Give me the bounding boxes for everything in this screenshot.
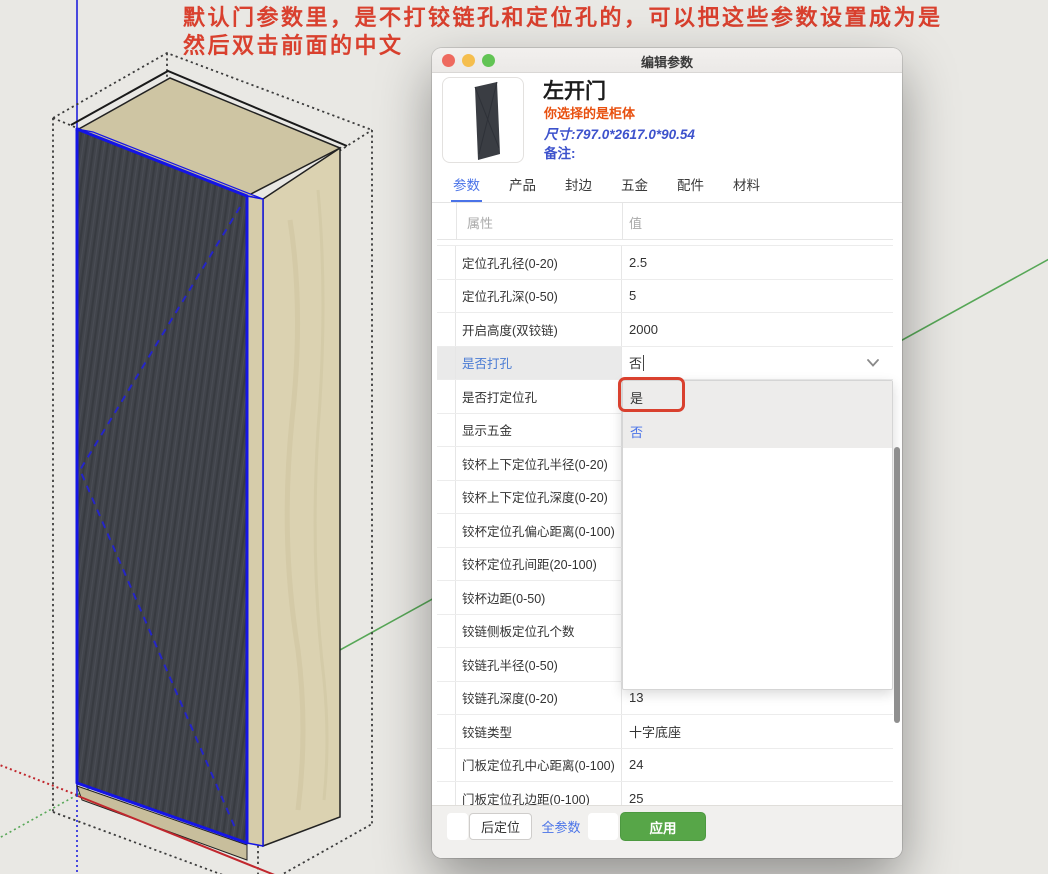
table-row: 开启高度(双铰链) 2000: [437, 313, 893, 347]
param-value[interactable]: 十字底座: [622, 715, 893, 748]
tab-参数[interactable]: 参数: [451, 168, 482, 202]
component-note: 备注:: [544, 146, 576, 161]
row-gutter: [437, 447, 456, 480]
row-gutter: [437, 648, 456, 681]
table-row: 定位孔孔径(0-20) 2.5: [437, 246, 893, 280]
tab-材料[interactable]: 材料: [731, 168, 762, 202]
row-gutter: [437, 514, 456, 547]
dialog-title: 编辑参数: [640, 55, 693, 70]
row-gutter: [437, 480, 456, 513]
dialog-header: 左开门 你选择的是柜体 尺寸:797.0*2617.0*90.54 备注:: [432, 73, 902, 168]
row-gutter: [437, 782, 456, 805]
param-label[interactable]: 是否打孔: [456, 346, 622, 379]
param-label[interactable]: 开启高度(双铰链): [456, 313, 622, 346]
tab-bar: 参数 产品 封边 五金 配件 材料: [432, 168, 902, 203]
column-attribute: 属性: [467, 216, 494, 231]
blank-toggle-left[interactable]: [447, 813, 468, 840]
param-label[interactable]: 定位孔孔径(0-20): [456, 246, 622, 279]
row-gutter: [437, 313, 456, 346]
table-row: 定位孔孔深(0-50) 5: [437, 279, 893, 313]
param-value-select[interactable]: 否: [622, 346, 893, 379]
component-size: 尺寸:797.0*2617.0*90.54: [544, 127, 695, 142]
row-gutter: [437, 380, 456, 413]
door-thumbnail-icon: [474, 81, 500, 160]
param-label[interactable]: 铰链侧板定位孔个数: [456, 614, 622, 647]
param-label[interactable]: 铰链孔半径(0-50): [456, 648, 622, 681]
apply-button[interactable]: 应用: [620, 812, 706, 841]
row-gutter: [437, 413, 456, 446]
param-label[interactable]: 定位孔孔深(0-50): [456, 279, 622, 312]
table-row: 门板定位孔边距(0-100) 25: [437, 782, 893, 805]
text-cursor: [643, 354, 645, 371]
dropdown-panel: 是否: [618, 377, 893, 690]
tab-配件[interactable]: 配件: [675, 168, 706, 202]
param-label[interactable]: 铰链孔深度(0-20): [456, 681, 622, 714]
tab-产品[interactable]: 产品: [507, 168, 538, 202]
table-row: 铰链类型 十字底座: [437, 715, 893, 749]
param-value[interactable]: 24: [622, 749, 893, 782]
param-value[interactable]: 2000: [622, 313, 893, 346]
table-row: 是否打孔否: [437, 346, 893, 380]
param-label[interactable]: 铰杯边距(0-50): [456, 581, 622, 614]
dialog-footer: 后定位 全参数 应用: [432, 805, 902, 858]
param-label[interactable]: 显示五金: [456, 413, 622, 446]
param-label[interactable]: 铰链类型: [456, 715, 622, 748]
rear-position-button[interactable]: 后定位: [469, 813, 532, 840]
row-gutter: [437, 246, 456, 279]
row-gutter: [437, 614, 456, 647]
row-gutter: [437, 681, 456, 714]
table-header: 属性 值: [437, 203, 893, 240]
chevron-down-icon: [867, 358, 879, 367]
dialog-titlebar: 编辑参数: [432, 48, 902, 73]
param-label[interactable]: 门板定位孔边距(0-100): [456, 782, 622, 805]
row-gutter: [437, 581, 456, 614]
selection-hint: 你选择的是柜体: [544, 106, 636, 121]
row-gutter: [437, 715, 456, 748]
param-value[interactable]: 25: [622, 782, 893, 805]
blank-toggle-right[interactable]: [588, 813, 618, 840]
param-label[interactable]: 铰杯定位孔偏心距离(0-100): [456, 514, 622, 547]
param-label[interactable]: 铰杯定位孔间距(20-100): [456, 547, 622, 580]
column-value: 值: [629, 216, 643, 231]
row-gutter: [437, 279, 456, 312]
param-label[interactable]: 是否打定位孔: [456, 380, 622, 413]
tab-封边[interactable]: 封边: [563, 168, 594, 202]
all-parameters-button[interactable]: 全参数: [535, 813, 587, 840]
door-thumbnail: [442, 77, 524, 163]
table-scrollbar[interactable]: [894, 447, 900, 723]
param-label[interactable]: 铰杯上下定位孔半径(0-20): [456, 447, 622, 480]
row-gutter: [437, 748, 456, 781]
component-name: 左开门: [543, 80, 606, 103]
row-gutter: [437, 547, 456, 580]
param-value[interactable]: 2.5: [622, 246, 893, 279]
row-gutter: [437, 346, 456, 379]
dropdown-option-否[interactable]: 否: [623, 414, 892, 448]
param-value[interactable]: 5: [622, 280, 893, 313]
param-label[interactable]: 门板定位孔中心距离(0-100): [456, 748, 622, 781]
cabinet-door[interactable]: [75, 127, 264, 847]
dropdown-option-是[interactable]: 是: [618, 377, 892, 415]
annotation-highlight-box: [618, 377, 685, 412]
param-label[interactable]: 铰杯上下定位孔深度(0-20): [456, 480, 622, 513]
edit-parameters-dialog: 编辑参数 左开门 你选择的是柜体 尺寸:797.0*2617.0*90.54 备…: [432, 48, 902, 858]
annotation-line-1: 默认门参数里，是不打铰链孔和定位孔的，可以把这些参数设置成为是: [183, 5, 943, 30]
table-row: 门板定位孔中心距离(0-100) 24: [437, 748, 893, 782]
tab-五金[interactable]: 五金: [619, 168, 650, 202]
